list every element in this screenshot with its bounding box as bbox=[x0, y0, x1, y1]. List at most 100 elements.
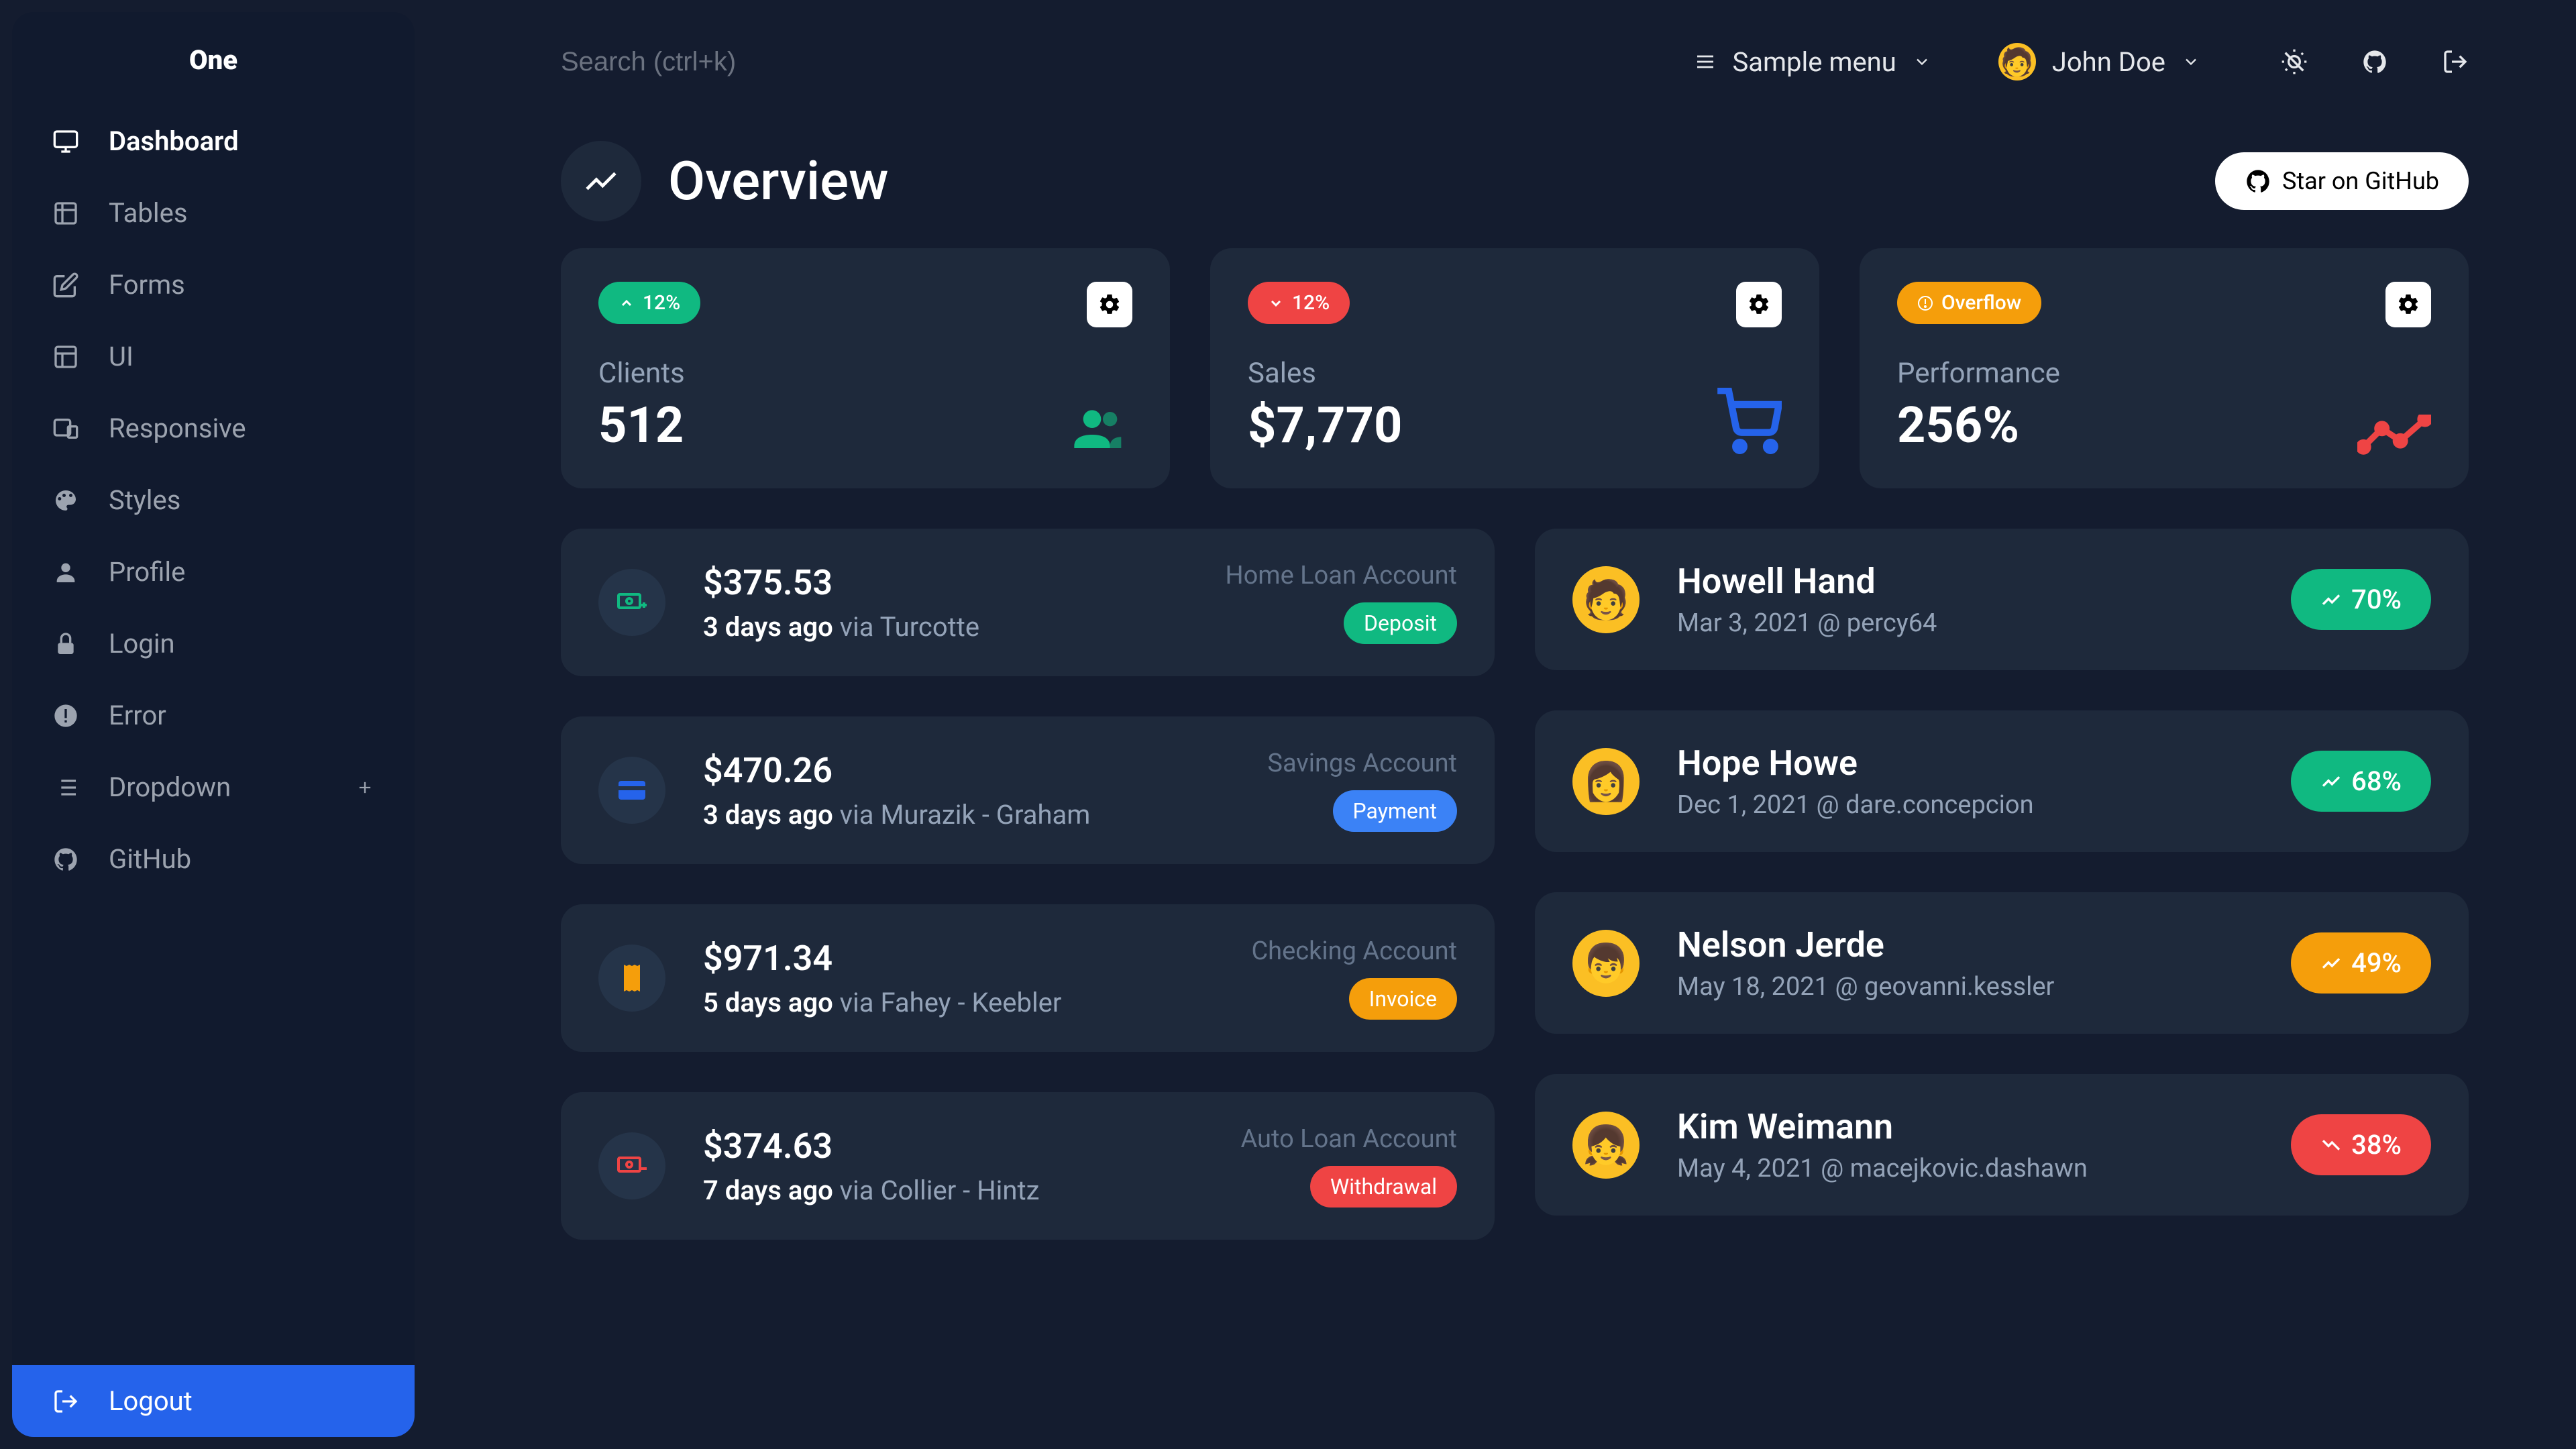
card-clients: 12% Clients 512 bbox=[561, 248, 1170, 488]
card-label: Clients bbox=[598, 357, 685, 390]
transaction-time: 3 days ago via Murazik - Graham bbox=[703, 799, 1267, 830]
sidebar-item-github[interactable]: GitHub bbox=[12, 823, 415, 895]
clients-list: 🧑 Howell Hand Mar 3, 2021 @ percy64 70% … bbox=[1535, 529, 2469, 1240]
card-settings-button[interactable] bbox=[1087, 282, 1132, 327]
sidebar-item-login[interactable]: Login bbox=[12, 608, 415, 680]
transaction-tag: Payment bbox=[1333, 790, 1458, 832]
transaction-icon bbox=[598, 945, 665, 1012]
github-icon bbox=[2245, 168, 2271, 195]
client-row[interactable]: 👩 Hope Howe Dec 1, 2021 @ dare.concepcio… bbox=[1535, 710, 2469, 852]
app-logo: One bbox=[12, 12, 415, 105]
transaction-amount: $971.34 bbox=[703, 938, 1251, 979]
card-performance: Overflow Performance 256% bbox=[1860, 248, 2469, 488]
sidebar-item-label: Dashboard bbox=[109, 125, 239, 157]
transaction-time: 3 days ago via Turcotte bbox=[703, 611, 1225, 643]
transaction-row[interactable]: $470.26 3 days ago via Murazik - Graham … bbox=[561, 716, 1495, 864]
card-value: $7,770 bbox=[1248, 396, 1403, 455]
edit-icon bbox=[52, 272, 79, 299]
trend-pill: Overflow bbox=[1897, 282, 2041, 324]
trend-pill: 12% bbox=[598, 282, 700, 324]
card-value: 256% bbox=[1897, 396, 2060, 455]
transaction-icon bbox=[598, 757, 665, 824]
transaction-amount: $375.53 bbox=[703, 562, 1225, 603]
card-settings-button[interactable] bbox=[2385, 282, 2431, 327]
pill-text: 12% bbox=[1292, 291, 1330, 315]
card-settings-button[interactable] bbox=[1736, 282, 1782, 327]
sidebar-item-responsive[interactable]: Responsive bbox=[12, 392, 415, 464]
avatar: 👦 bbox=[1572, 930, 1640, 997]
sidebar-item-error[interactable]: Error bbox=[12, 680, 415, 751]
transaction-account: Home Loan Account bbox=[1225, 561, 1457, 590]
chevron-down-icon bbox=[2182, 52, 2200, 71]
transaction-time: 5 days ago via Fahey - Keebler bbox=[703, 987, 1251, 1018]
transaction-row[interactable]: $971.34 5 days ago via Fahey - Keebler C… bbox=[561, 904, 1495, 1052]
search-input[interactable] bbox=[561, 47, 1668, 77]
stat-cards: 12% Clients 512 12% bbox=[561, 248, 2469, 488]
trend-pill: 12% bbox=[1248, 282, 1350, 324]
devices-icon bbox=[52, 415, 79, 442]
transactions-list: $375.53 3 days ago via Turcotte Home Loa… bbox=[561, 529, 1495, 1240]
overview-icon bbox=[561, 141, 641, 221]
topbar: Sample menu 🧑 John Doe bbox=[561, 16, 2469, 107]
logout-icon[interactable] bbox=[2442, 48, 2469, 75]
sidebar-item-ui[interactable]: UI bbox=[12, 321, 415, 392]
client-row[interactable]: 🧑 Howell Hand Mar 3, 2021 @ percy64 70% bbox=[1535, 529, 2469, 670]
card-label: Sales bbox=[1248, 357, 1403, 390]
avatar: 👩 bbox=[1572, 748, 1640, 815]
client-pct-pill: 70% bbox=[2291, 569, 2431, 630]
client-row[interactable]: 👧 Kim Weimann May 4, 2021 @ macejkovic.d… bbox=[1535, 1074, 2469, 1216]
client-sub: May 18, 2021 @ geovanni.kessler bbox=[1677, 972, 2291, 1002]
github-icon[interactable] bbox=[2361, 48, 2388, 75]
sample-menu[interactable]: Sample menu bbox=[1695, 46, 1931, 78]
transaction-time: 7 days ago via Collier - Hintz bbox=[703, 1175, 1240, 1206]
avatar: 👧 bbox=[1572, 1112, 1640, 1179]
logout-button[interactable]: Logout bbox=[12, 1365, 415, 1437]
sidebar-item-label: GitHub bbox=[109, 843, 191, 875]
client-pct-pill: 49% bbox=[2291, 932, 2431, 994]
pill-text: Overflow bbox=[1941, 291, 2021, 315]
sidebar-item-styles[interactable]: Styles bbox=[12, 464, 415, 536]
users-icon bbox=[1065, 401, 1132, 455]
menu-icon bbox=[1695, 51, 1716, 72]
transaction-tag: Invoice bbox=[1349, 978, 1457, 1020]
star-github-button[interactable]: Star on GitHub bbox=[2215, 152, 2469, 210]
client-pct-pill: 68% bbox=[2291, 751, 2431, 812]
client-row[interactable]: 👦 Nelson Jerde May 18, 2021 @ geovanni.k… bbox=[1535, 892, 2469, 1034]
layout-icon bbox=[52, 343, 79, 370]
user-name: John Doe bbox=[2052, 46, 2165, 78]
transaction-row[interactable]: $374.63 7 days ago via Collier - Hintz A… bbox=[561, 1092, 1495, 1240]
sidebar-item-tables[interactable]: Tables bbox=[12, 177, 415, 249]
theme-toggle-icon[interactable] bbox=[2281, 48, 2308, 75]
card-label: Performance bbox=[1897, 357, 2060, 390]
transaction-row[interactable]: $375.53 3 days ago via Turcotte Home Loa… bbox=[561, 529, 1495, 676]
sidebar-item-dropdown[interactable]: Dropdown bbox=[12, 751, 415, 823]
transaction-account: Auto Loan Account bbox=[1240, 1124, 1457, 1154]
list-icon bbox=[52, 774, 79, 801]
sidebar-item-label: Styles bbox=[109, 484, 180, 516]
card-value: 512 bbox=[598, 396, 685, 455]
page-header: Overview Star on GitHub bbox=[561, 107, 2469, 248]
sidebar-item-profile[interactable]: Profile bbox=[12, 536, 415, 608]
sidebar-item-forms[interactable]: Forms bbox=[12, 249, 415, 321]
sidebar-item-label: Profile bbox=[109, 556, 185, 588]
lock-icon bbox=[52, 631, 79, 657]
card-sales: 12% Sales $7,770 bbox=[1210, 248, 1819, 488]
transaction-amount: $470.26 bbox=[703, 750, 1267, 791]
logout-label: Logout bbox=[109, 1385, 193, 1417]
sidebar-item-label: Error bbox=[109, 700, 166, 731]
monitor-icon bbox=[52, 128, 79, 155]
sidebar-item-dashboard[interactable]: Dashboard bbox=[12, 105, 415, 177]
client-sub: Dec 1, 2021 @ dare.concepcion bbox=[1677, 790, 2291, 820]
user-icon bbox=[52, 559, 79, 586]
sample-menu-label: Sample menu bbox=[1732, 46, 1896, 78]
client-name: Kim Weimann bbox=[1677, 1106, 2291, 1147]
user-menu[interactable]: 🧑 John Doe bbox=[1998, 43, 2200, 80]
cart-icon bbox=[1715, 388, 1782, 455]
pill-text: 12% bbox=[643, 291, 680, 315]
logout-icon bbox=[52, 1388, 79, 1415]
alert-icon bbox=[52, 702, 79, 729]
columns: $375.53 3 days ago via Turcotte Home Loa… bbox=[561, 529, 2469, 1240]
star-github-label: Star on GitHub bbox=[2282, 167, 2439, 195]
sidebar-item-label: Responsive bbox=[109, 413, 246, 444]
client-sub: May 4, 2021 @ macejkovic.dashawn bbox=[1677, 1154, 2291, 1183]
